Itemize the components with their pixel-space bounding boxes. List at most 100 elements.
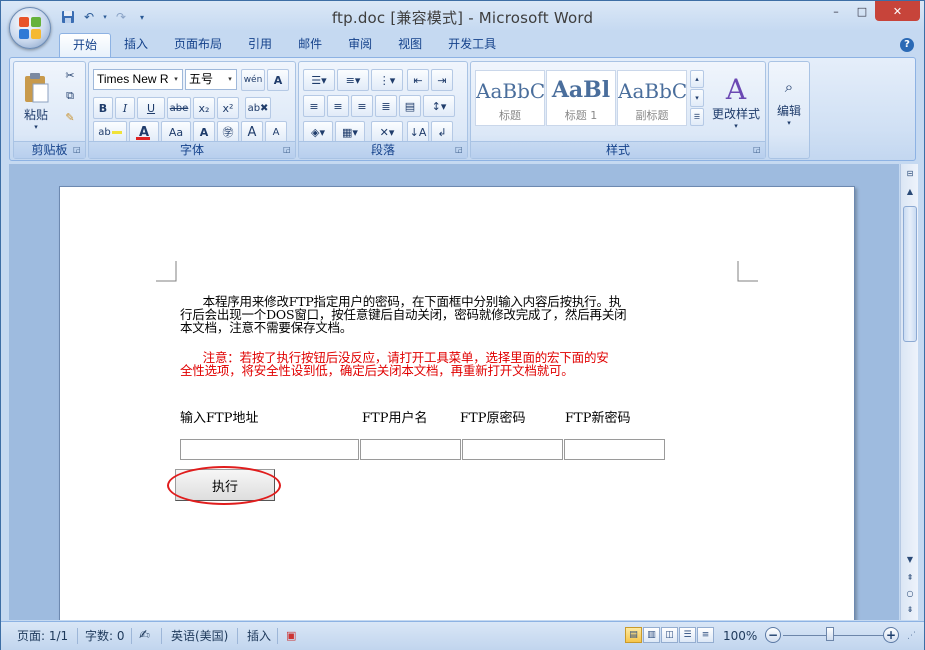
draft-view-icon[interactable]: ≡: [697, 627, 714, 643]
line-spacing-button[interactable]: ↕▾: [423, 95, 455, 117]
outline-view-icon[interactable]: ☰: [679, 627, 696, 643]
document-page[interactable]: 本程序用来修改FTP指定用户的密码，在下面框中分别输入内容后按执行。执 行后会出…: [59, 186, 855, 620]
help-icon[interactable]: ?: [900, 38, 914, 52]
close-button[interactable]: ✕: [875, 1, 920, 21]
styles-scroll-down-icon[interactable]: ▾: [690, 89, 704, 107]
format-painter-icon[interactable]: ✎: [60, 108, 80, 126]
char-spacing-button[interactable]: wén: [241, 69, 265, 91]
word-count[interactable]: 字数: 0: [85, 626, 125, 646]
resize-grip-icon[interactable]: ⋰: [907, 626, 916, 646]
tab-developer[interactable]: 开发工具: [435, 33, 509, 57]
sort-button[interactable]: ↓A: [407, 121, 429, 143]
distribute-button[interactable]: ▤: [399, 95, 421, 117]
language-indicator[interactable]: 英语(美国): [171, 626, 228, 646]
dialog-launcher-icon[interactable]: ◲: [73, 145, 83, 155]
divider: [131, 628, 132, 644]
superscript-button[interactable]: x²: [217, 97, 239, 119]
zoom-out-icon[interactable]: −: [765, 627, 781, 643]
style-heading-1[interactable]: AaBl 标题 1: [546, 70, 616, 126]
dialog-launcher-icon[interactable]: ◲: [455, 145, 465, 155]
editing-button[interactable]: ⌕ 编辑 ▾: [771, 66, 807, 138]
italic-button[interactable]: I: [115, 97, 135, 119]
grow-font-button[interactable]: A: [241, 121, 263, 143]
strikethrough-button[interactable]: abe: [167, 97, 191, 119]
tab-home[interactable]: 开始: [59, 33, 112, 57]
minimize-button[interactable]: –: [823, 1, 849, 21]
zoom-level[interactable]: 100%: [723, 626, 757, 646]
ftp-user-input[interactable]: [360, 439, 461, 460]
ftp-new-password-input[interactable]: [564, 439, 665, 460]
tab-review[interactable]: 审阅: [335, 33, 385, 57]
dialog-launcher-icon[interactable]: ◲: [753, 145, 763, 155]
style-subtitle[interactable]: AaBbC 副标题: [617, 70, 687, 126]
tab-references[interactable]: 引用: [235, 33, 285, 57]
style-name: 副标题: [635, 109, 669, 122]
enclose-char-button[interactable]: ㊫: [217, 121, 239, 143]
paste-button[interactable]: 粘贴 ▾: [18, 64, 54, 138]
justify-button[interactable]: ≣: [375, 95, 397, 117]
paragraph-group: ☰▾ ≡▾ ⋮▾ ⇤ ⇥ ≡ ≡ ≡ ≣ ▤ ↕▾ ◈▾ ▦▾ ✕▾ ↓A ↲ …: [298, 61, 468, 159]
web-layout-view-icon[interactable]: ◫: [661, 627, 678, 643]
office-button[interactable]: [9, 7, 51, 49]
chinese-layout-button[interactable]: ✕▾: [371, 121, 403, 143]
font-name-select[interactable]: Times New R ▾: [93, 69, 183, 90]
scroll-up-icon[interactable]: ▲: [902, 184, 918, 200]
ftp-old-password-input[interactable]: [462, 439, 563, 460]
ruler-toggle-icon[interactable]: ⊟: [902, 166, 918, 182]
tab-insert[interactable]: 插入: [111, 33, 161, 57]
multilevel-list-button[interactable]: ⋮▾: [371, 69, 403, 91]
dialog-launcher-icon[interactable]: ◲: [283, 145, 293, 155]
window-controls: – □ ✕: [823, 1, 920, 21]
page-count[interactable]: 页面: 1/1: [17, 626, 68, 646]
previous-page-icon[interactable]: ⇞: [902, 570, 918, 586]
maximize-button[interactable]: □: [849, 1, 875, 21]
underline-button[interactable]: U: [137, 97, 165, 119]
zoom-slider-thumb[interactable]: [826, 627, 834, 641]
next-page-icon[interactable]: ⇟: [902, 602, 918, 618]
zoom-in-icon[interactable]: +: [883, 627, 899, 643]
char-border-button[interactable]: A: [267, 69, 289, 91]
scroll-thumb[interactable]: [903, 206, 917, 342]
select-browse-object-icon[interactable]: ○: [902, 586, 918, 602]
shading-button[interactable]: ◈▾: [303, 121, 333, 143]
tab-page-layout[interactable]: 页面布局: [161, 33, 235, 57]
cut-icon[interactable]: ✂: [60, 66, 80, 84]
change-case-button[interactable]: Aa: [161, 121, 191, 143]
align-center-button[interactable]: ≡: [327, 95, 349, 117]
bold-button[interactable]: B: [93, 97, 113, 119]
full-screen-reading-view-icon[interactable]: ▥: [643, 627, 660, 643]
subscript-button[interactable]: x₂: [193, 97, 215, 119]
bullets-button[interactable]: ☰▾: [303, 69, 335, 91]
word-window: ↶ ▾ ↷ ▾ ftp.doc [兼容模式] - Microsoft Word …: [0, 0, 925, 650]
highlight-button[interactable]: ab: [93, 121, 127, 143]
scroll-down-icon[interactable]: ▼: [902, 552, 918, 568]
style-title[interactable]: AaBbC 标题: [475, 70, 545, 126]
font-color-button[interactable]: A: [129, 121, 159, 143]
align-right-button[interactable]: ≡: [351, 95, 373, 117]
align-left-button[interactable]: ≡: [303, 95, 325, 117]
decrease-indent-button[interactable]: ⇤: [407, 69, 429, 91]
tab-view[interactable]: 视图: [385, 33, 435, 57]
change-styles-button[interactable]: A 更改样式 ▾: [709, 66, 763, 138]
copy-icon[interactable]: ⧉: [60, 87, 80, 105]
vertical-scrollbar[interactable]: ⊟ ▲ ▼ ⇞ ○ ⇟: [900, 164, 918, 620]
styles-more-icon[interactable]: ☰: [690, 108, 704, 126]
tab-mailings[interactable]: 邮件: [285, 33, 335, 57]
ftp-user-label: FTP用户名: [362, 411, 428, 426]
proofing-icon[interactable]: ✍: [139, 626, 150, 646]
styles-scroll-up-icon[interactable]: ▴: [690, 70, 704, 88]
font-size-select[interactable]: 五号 ▾: [185, 69, 237, 90]
borders-button[interactable]: ▦▾: [335, 121, 365, 143]
chevron-down-icon: ▾: [224, 70, 236, 89]
show-marks-button[interactable]: ↲: [431, 121, 453, 143]
char-shading-button[interactable]: A: [193, 121, 215, 143]
shrink-font-button[interactable]: A: [265, 121, 287, 143]
ftp-address-input[interactable]: [180, 439, 359, 460]
style-name: 标题: [499, 109, 521, 122]
print-layout-view-icon[interactable]: ▤: [625, 627, 642, 643]
increase-indent-button[interactable]: ⇥: [431, 69, 453, 91]
macro-record-icon[interactable]: ▣: [286, 626, 296, 646]
insert-mode-indicator[interactable]: 插入: [247, 626, 271, 646]
clear-format-button[interactable]: ab✖: [245, 97, 271, 119]
numbering-button[interactable]: ≡▾: [337, 69, 369, 91]
